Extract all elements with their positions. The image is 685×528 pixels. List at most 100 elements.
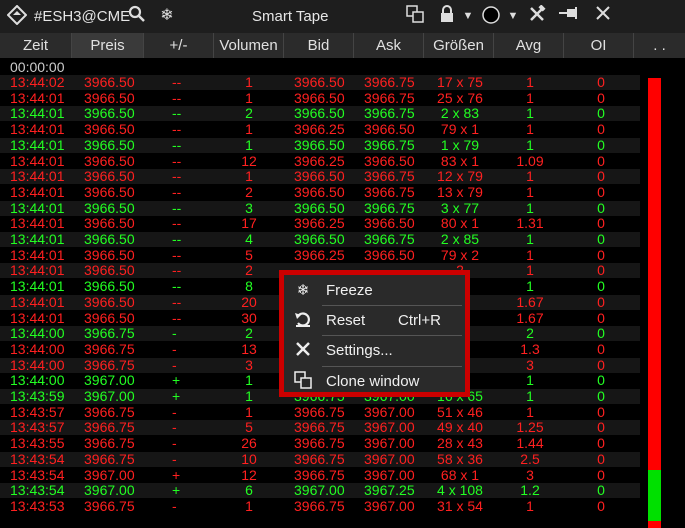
table-row[interactable]: 13:44:01 3966.50 -- 3 3966.50 3966.75 3 x 77 1 0 [0, 200, 640, 216]
size-cell: 25 x 76 [437, 89, 483, 106]
tools-icon[interactable] [526, 4, 548, 27]
avg-cell: 1.67 [516, 309, 544, 326]
price-cell: 3966.50 [84, 136, 135, 153]
snowflake-icon[interactable]: ❄ [156, 5, 178, 27]
size-cell: 79 x 1 [440, 121, 480, 138]
column-header-ask[interactable]: Ask [354, 33, 424, 58]
table-row[interactable]: 13:44:01 3966.50 -- 1 3966.25 3966.50 79 x 1 1 0 [0, 122, 640, 137]
bid-cell: 3966.50 [294, 168, 345, 185]
price-cell: 3966.50 [84, 231, 135, 247]
pin-icon[interactable] [558, 5, 580, 27]
column-header-time[interactable]: Zeit [0, 33, 72, 58]
ask-cell: 3966.50 [364, 152, 415, 169]
column-header-oi[interactable]: OI [564, 33, 634, 58]
volume-cell: 1 [245, 403, 253, 420]
close-icon[interactable] [592, 5, 614, 27]
menu-item-label: Settings... [326, 342, 393, 359]
volume-cell: 5 [245, 419, 253, 436]
size-cell: 83 x 1 [440, 152, 480, 169]
avg-cell: 2 [526, 325, 534, 342]
change-cell: + [172, 372, 181, 389]
avg-cell: 1.2 [520, 482, 540, 499]
column-header-price[interactable]: Preis [72, 33, 144, 58]
bid-cell: 3966.75 [294, 435, 345, 452]
change-cell: -- [172, 293, 182, 310]
avg-cell: 1 [526, 278, 534, 295]
symbol-label[interactable]: #ESH3@CME [34, 8, 130, 25]
avg-cell: 1 [526, 136, 534, 153]
oi-cell: 0 [597, 246, 605, 263]
table-row[interactable]: 13:44:01 3966.50 -- 1 3966.50 3966.75 12 x 79 1… [0, 168, 640, 185]
table-row[interactable]: 13:44:01 3966.50 -- 1 3966.50 3966.75 1 x 79 1 0 [0, 136, 640, 153]
change-cell: -- [172, 262, 182, 279]
ask-cell: 3966.50 [364, 215, 415, 232]
bid-cell: 3966.25 [294, 121, 345, 138]
price-cell: 3966.50 [84, 215, 135, 232]
column-header-bid[interactable]: Bid [284, 33, 354, 58]
volume-cell: 1 [245, 74, 253, 90]
time-cell: 13:44:01 [10, 136, 65, 153]
column-header-volume[interactable]: Volumen [214, 33, 284, 58]
app-logo-icon[interactable] [6, 4, 28, 27]
time-cell: 13:44:01 [10, 246, 65, 263]
avg-cell: 1 [526, 497, 534, 514]
oi-cell: 0 [597, 325, 605, 342]
column-header-more[interactable]: . . [634, 33, 685, 58]
table-row[interactable]: 13:44:01 3966.50 -- 17 3966.25 3966.50 80 x 1 1… [0, 216, 640, 231]
table-row[interactable]: 13:43:57 3966.75 - 5 3966.75 3967.00 49 x 40 1.… [0, 419, 640, 436]
price-cell: 3966.75 [84, 325, 135, 342]
chevron-down-icon[interactable]: ▼ [502, 5, 524, 27]
color-circle-icon[interactable] [480, 5, 502, 27]
time-cell: 13:44:01 [10, 215, 65, 232]
table-row[interactable]: 13:43:57 3966.75 - 1 3966.75 3967.00 51 x 46 1 0 [0, 403, 640, 420]
table-row[interactable]: 13:44:01 3966.50 -- 2 3966.50 3966.75 13 x 79 1… [0, 183, 640, 200]
avg-cell: 1 [526, 403, 534, 420]
table-row[interactable]: 13:44:02 3966.50 -- 1 3966.50 3966.75 17 x 75 1… [0, 75, 640, 90]
change-cell: - [172, 497, 177, 514]
column-header-sizes[interactable]: Größen [424, 33, 494, 58]
table-row[interactable]: 13:43:54 3967.00 +6 3967.00 3967.25 4 x 108 1.… [0, 482, 640, 499]
window-title: Smart Tape [252, 8, 329, 25]
table-row[interactable]: 13:44:01 3966.50 -- 4 3966.50 3966.75 2 x 85 1 0 [0, 232, 640, 247]
menu-item-reset[interactable]: Reset Ctrl+R [284, 306, 465, 336]
change-cell: - [172, 356, 177, 373]
time-cell: 13:44:01 [10, 231, 65, 247]
size-cell: 79 x 2 [440, 246, 480, 263]
column-header-avg[interactable]: Avg [494, 33, 564, 58]
price-cell: 3966.75 [84, 356, 135, 373]
time-cell: 13:43:57 [10, 403, 65, 420]
table-row[interactable]: 13:43:54 3967.00 +12 3966.75 3967.00 68 x 1 3 0 [0, 467, 640, 483]
table-row[interactable]: 13:44:01 3966.50 -- 1 3966.50 3966.75 25 x 76 1… [0, 89, 640, 106]
oi-cell: 0 [597, 293, 605, 310]
menu-item-freeze[interactable]: ❄ Freeze [284, 276, 465, 306]
scrollbar[interactable] [640, 58, 685, 528]
table-row[interactable]: 13:43:55 3966.75 - 26 3966.75 3967.00 28 x 43 1… [0, 436, 640, 451]
change-cell: - [172, 450, 177, 467]
table-row[interactable]: 13:43:53 3966.75 - 1 3966.75 3967.00 31 x 54 1 0 [0, 497, 640, 514]
table-row[interactable]: 13:44:01 3966.50 -- 5 3966.25 3966.50 79 x 2 1 0 [0, 246, 640, 263]
avg-cell: 1 [526, 168, 534, 185]
menu-item-settings[interactable]: Settings... [284, 336, 465, 366]
price-cell: 3966.75 [84, 435, 135, 452]
price-cell: 3966.75 [84, 497, 135, 514]
chevron-down-icon[interactable]: ▼ [457, 5, 479, 27]
search-icon[interactable] [126, 5, 148, 27]
menu-item-label: Freeze [326, 282, 373, 299]
menu-item-clone-window[interactable]: Clone window [284, 367, 465, 397]
volume-cell: 2 [245, 183, 253, 200]
clone-window-icon[interactable] [404, 5, 426, 27]
ask-cell: 3967.25 [364, 482, 415, 499]
table-row: 00:00:00 [0, 60, 640, 75]
column-header-change[interactable]: +/- [144, 33, 214, 58]
table-row[interactable]: 13:43:54 3966.75 - 10 3966.75 3967.00 58 x 36 2… [0, 450, 640, 467]
lock-icon[interactable] [436, 5, 458, 27]
oi-cell: 0 [597, 450, 605, 467]
ask-cell: 3967.00 [364, 450, 415, 467]
table-row[interactable]: 13:44:01 3966.50 -- 2 3966.50 3966.75 2 x 83 1 0 [0, 106, 640, 122]
time-cell: 13:44:01 [10, 183, 65, 200]
price-cell: 3966.75 [84, 340, 135, 357]
price-cell: 3966.75 [84, 403, 135, 420]
oi-cell: 0 [597, 152, 605, 169]
table-row[interactable]: 13:44:01 3966.50 -- 12 3966.25 3966.50 83 x 1 1… [0, 152, 640, 169]
size-cell: 1 x 79 [440, 136, 480, 153]
